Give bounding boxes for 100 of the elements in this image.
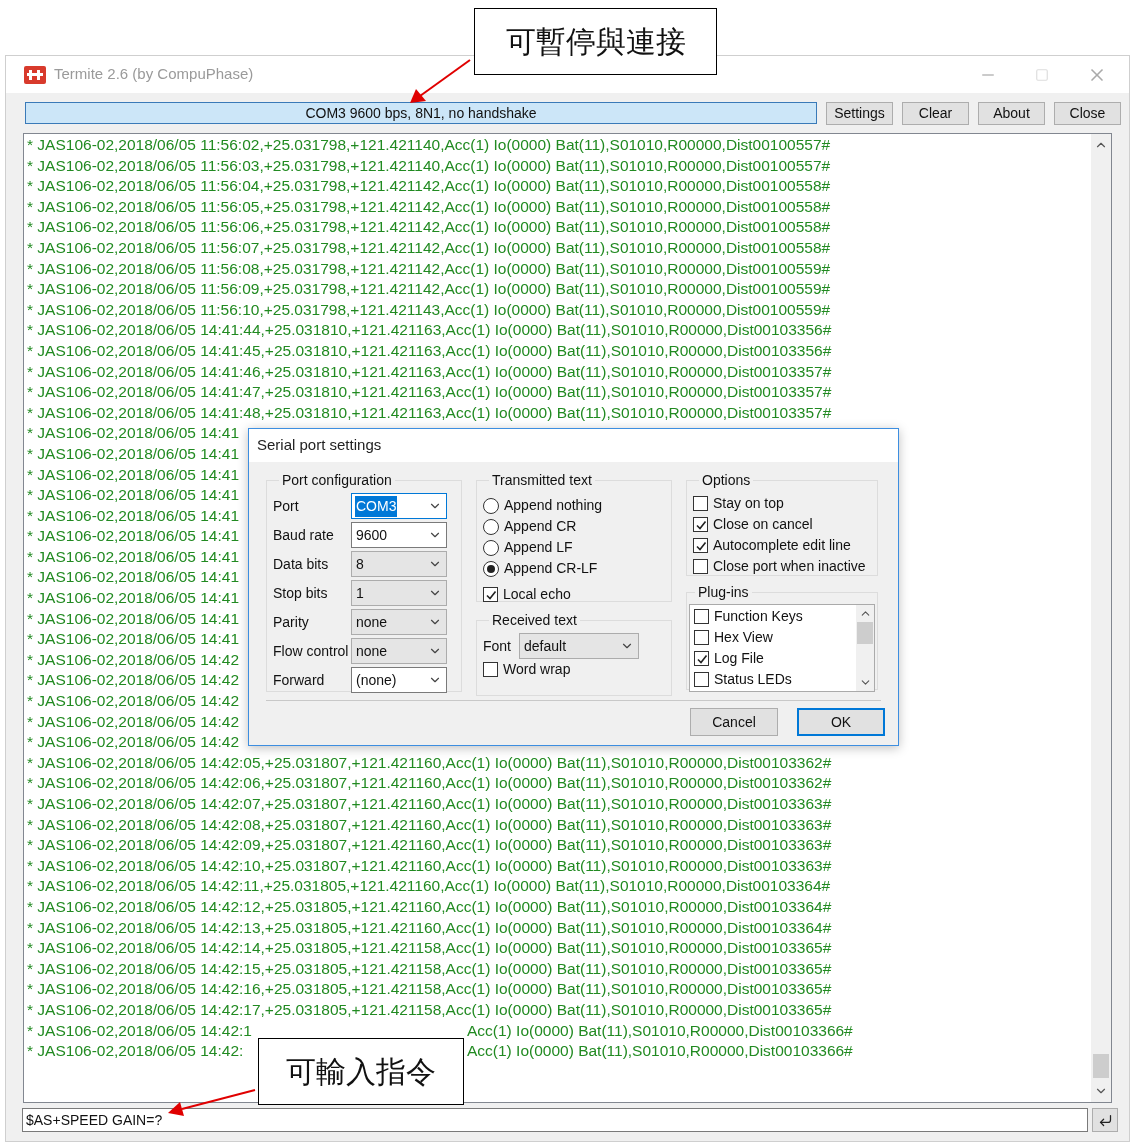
radio-button[interactable]: [483, 497, 499, 514]
radio-label: Append CR-LF: [504, 559, 598, 578]
log-line: * JAS106-02,2018/06/05 14:42: [27, 691, 239, 712]
checkbox-label: Log File: [714, 649, 764, 668]
log-line: * JAS106-02,2018/06/05 14:42:12,+25.031805,+121.421160,Acc(1) Io(0000) Bat(11),S01010,R00000,Dist00103364#: [27, 896, 832, 917]
field-label: Port: [273, 496, 300, 516]
field-label: Parity: [273, 612, 310, 632]
dropdown[interactable]: 8: [351, 551, 447, 577]
log-line: * JAS106-02,2018/06/05 14:41: [27, 423, 239, 444]
group-title: Transmitted text: [491, 471, 593, 490]
checkbox[interactable]: [694, 651, 709, 666]
log-line: * JAS106-02,2018/06/05 11:56:08,+25.031798,+121.421142,Acc(1) Io(0000) Bat(11),S01010,R00000,Dist00100559#: [27, 258, 831, 279]
log-line: * JAS106-02,2018/06/05 14:41: [27, 608, 239, 629]
radio-button[interactable]: [483, 539, 499, 556]
checkbox-label: Stay on top: [713, 494, 784, 513]
log-line: * JAS106-02,2018/06/05 14:41:47,+25.031810,+121.421163,Acc(1) Io(0000) Bat(11),S01010,R00000,Dist00103357#: [27, 382, 832, 403]
dropdown[interactable]: none: [351, 638, 447, 664]
checkbox[interactable]: [694, 609, 709, 624]
group-title: Plug-ins: [697, 583, 750, 602]
radio-label: Append LF: [504, 538, 573, 557]
checkbox-label: Word wrap: [503, 660, 571, 679]
checkbox-label: Close port when inactive: [713, 557, 866, 576]
log-line: * JAS106-02,2018/06/05 14:42:06,+25.031807,+121.421160,Acc(1) Io(0000) Bat(11),S01010,R00000,Dist00103362#: [27, 773, 832, 794]
scrollbar[interactable]: [1091, 134, 1111, 1102]
field-label: Font: [483, 636, 511, 656]
scrollbar-thumb[interactable]: [1093, 1054, 1109, 1078]
dropdown[interactable]: none: [351, 609, 447, 635]
field-label: Baud rate: [273, 525, 335, 545]
log-line: * JAS106-02,2018/06/05 14:42: [27, 732, 239, 753]
group-title: Received text: [491, 611, 578, 630]
log-line: * JAS106-02,2018/06/05 14:42: [27, 711, 239, 732]
log-line: * JAS106-02,2018/06/05 14:42:1: [27, 1020, 253, 1041]
log-line: * JAS106-02,2018/06/05 14:41: [27, 526, 239, 547]
log-line: Acc(1) Io(0000) Bat(11),S01010,R00000,Dist00103366#: [467, 1020, 853, 1041]
dropdown[interactable]: 9600: [351, 522, 447, 548]
log-line: * JAS106-02,2018/06/05 14:41:45,+25.031810,+121.421163,Acc(1) Io(0000) Bat(11),S01010,R00000,Dist00103356#: [27, 340, 832, 361]
checkbox-label: Status LEDs: [714, 670, 792, 689]
log-line: * JAS106-02,2018/06/05 14:42:07,+25.031807,+121.421160,Acc(1) Io(0000) Bat(11),S01010,R00000,Dist00103363#: [27, 794, 832, 814]
log-line: * JAS106-02,2018/06/05 14:41: [27, 485, 239, 506]
log-line: * JAS106-02,2018/06/05 14:42:16,+25.031805,+121.421158,Acc(1) Io(0000) Bat(11),S01010,R00000,Dist00103365#: [27, 979, 832, 1000]
log-line: * JAS106-02,2018/06/05 14:41:44,+25.031810,+121.421163,Acc(1) Io(0000) Bat(11),S01010,R00000,Dist00103356#: [27, 320, 832, 341]
log-line: * JAS106-02,2018/06/05 14:41: [27, 443, 239, 464]
checkbox[interactable]: [693, 538, 708, 553]
dialog-button[interactable]: Cancel: [690, 708, 778, 736]
window-title: Termite 2.6 (by CompuPhase): [54, 64, 254, 85]
checkbox[interactable]: [694, 630, 709, 645]
checkbox[interactable]: [483, 662, 498, 677]
log-line: * JAS106-02,2018/06/05 14:41:46,+25.031810,+121.421163,Acc(1) Io(0000) Bat(11),S01010,R00000,Dist00103357#: [27, 361, 832, 382]
status-field: COM3 9600 bps, 8N1, no handshake: [25, 102, 817, 124]
log-line: * JAS106-02,2018/06/05 14:42: [27, 670, 239, 691]
radio-label: Append CR: [504, 517, 577, 536]
log-line: * JAS106-02,2018/06/05 14:42:11,+25.031805,+121.421160,Acc(1) Io(0000) Bat(11),S01010,R00000,Dist00103364#: [27, 876, 831, 897]
checkbox-label: Function Keys: [714, 607, 803, 626]
checkbox[interactable]: [693, 517, 708, 532]
log-line: * JAS106-02,2018/06/05 14:42:15,+25.031805,+121.421158,Acc(1) Io(0000) Bat(11),S01010,R00000,Dist00103365#: [27, 958, 832, 979]
log-line: Acc(1) Io(0000) Bat(11),S01010,R00000,Dist00103366#: [467, 1041, 853, 1062]
pointer-arrow: [410, 59, 471, 103]
log-line: * JAS106-02,2018/06/05 14:41: [27, 546, 239, 567]
log-line: * JAS106-02,2018/06/05 14:42:08,+25.031807,+121.421160,Acc(1) Io(0000) Bat(11),S01010,R00000,Dist00103363#: [27, 814, 832, 835]
command-input[interactable]: $AS+SPEED GAIN=?: [22, 1108, 1088, 1132]
checkbox[interactable]: [483, 587, 498, 602]
field-label: Forward: [273, 670, 326, 690]
log-line: * JAS106-02,2018/06/05 14:41: [27, 464, 239, 485]
dropdown[interactable]: 1: [351, 580, 447, 606]
log-line: * JAS106-02,2018/06/05 14:42: [27, 649, 239, 670]
toolbar-button[interactable]: Clear: [902, 101, 969, 125]
field-label: Data bits: [273, 554, 330, 574]
checkbox-label: Close on cancel: [713, 515, 813, 534]
log-line: * JAS106-02,2018/06/05 11:56:06,+25.031798,+121.421142,Acc(1) Io(0000) Bat(11),S01010,R00000,Dist00100558#: [27, 217, 831, 238]
toolbar-button[interactable]: About: [978, 101, 1045, 125]
app-logo-icon: [24, 65, 46, 84]
dropdown[interactable]: default: [519, 633, 639, 659]
group-title: Port configuration: [281, 471, 393, 490]
log-line: * JAS106-02,2018/06/05 11:56:07,+25.031798,+121.421142,Acc(1) Io(0000) Bat(11),S01010,R00000,Dist00100558#: [27, 237, 831, 258]
toolbar-button[interactable]: Settings: [826, 101, 893, 125]
log-line: * JAS106-02,2018/06/05 14:42:14,+25.031805,+121.421158,Acc(1) Io(0000) Bat(11),S01010,R00000,Dist00103365#: [27, 938, 832, 959]
log-line: * JAS106-02,2018/06/05 11:56:05,+25.031798,+121.421142,Acc(1) Io(0000) Bat(11),S01010,R00000,Dist00100558#: [27, 196, 831, 217]
dialog-button[interactable]: OK: [797, 708, 885, 736]
radio-button[interactable]: [483, 560, 499, 577]
log-line: * JAS106-02,2018/06/05 14:42:05,+25.031807,+121.421160,Acc(1) Io(0000) Bat(11),S01010,R00000,Dist00103362#: [27, 752, 832, 773]
scrollbar[interactable]: [856, 605, 874, 691]
scrollbar-thumb[interactable]: [857, 622, 873, 644]
dropdown[interactable]: (none): [351, 667, 447, 693]
dropdown[interactable]: COM3: [351, 493, 447, 519]
log-line: * JAS106-02,2018/06/05 14:41: [27, 505, 239, 526]
checkbox[interactable]: [694, 672, 709, 687]
send-button[interactable]: [1092, 1108, 1118, 1132]
log-line: * JAS106-02,2018/06/05 14:42:10,+25.031807,+121.421160,Acc(1) Io(0000) Bat(11),S01010,R00000,Dist00103363#: [27, 855, 832, 876]
radio-label: Append nothing: [504, 496, 603, 515]
radio-button[interactable]: [483, 518, 499, 535]
log-line: * JAS106-02,2018/06/05 14:41:48,+25.031810,+121.421163,Acc(1) Io(0000) Bat(11),S01010,R00000,Dist00103357#: [27, 402, 832, 423]
checkbox[interactable]: [693, 496, 708, 511]
callout-text: 可輸入指令: [286, 1053, 436, 1091]
checkbox[interactable]: [693, 559, 708, 574]
log-line: * JAS106-02,2018/06/05 11:56:03,+25.031798,+121.421140,Acc(1) Io(0000) Bat(11),S01010,R00000,Dist00100557#: [27, 155, 831, 176]
log-line: * JAS106-02,2018/06/05 14:41: [27, 629, 239, 650]
toolbar-button[interactable]: Close: [1054, 101, 1121, 125]
checkbox-label: Autocomplete edit line: [713, 536, 851, 555]
log-line: * JAS106-02,2018/06/05 14:41: [27, 567, 239, 588]
callout-text: 可暫停與連接: [505, 23, 686, 61]
